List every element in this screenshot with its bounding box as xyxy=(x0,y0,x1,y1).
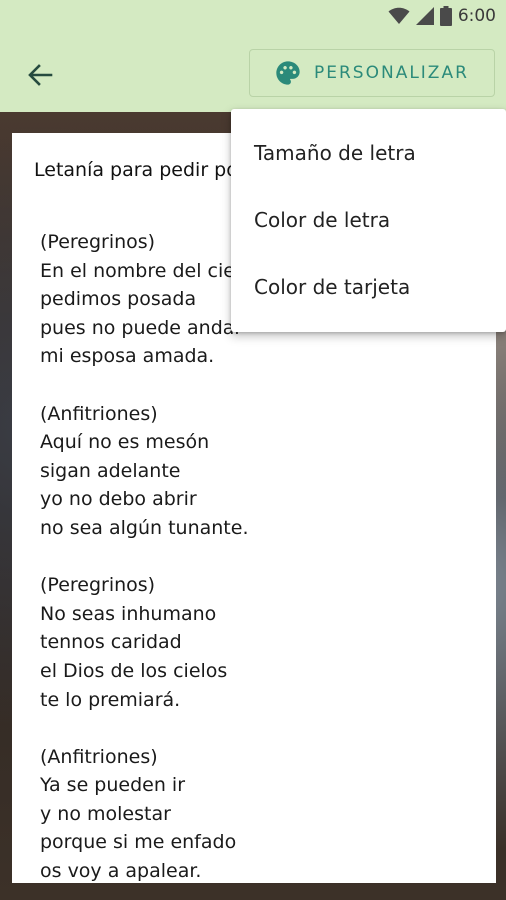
battery-icon xyxy=(439,6,452,26)
lyric-line: (Anfitriones) xyxy=(40,402,158,425)
palette-icon xyxy=(276,61,300,85)
lyric-line: os voy a apalear. xyxy=(40,860,202,883)
personalize-menu: Tamaño de letra Color de letra Color de … xyxy=(231,109,506,332)
menu-item-font-color[interactable]: Color de letra xyxy=(231,186,506,253)
menu-item-font-size[interactable]: Tamaño de letra xyxy=(231,119,506,186)
lyric-line: sigan adelante xyxy=(40,459,181,482)
lyric-line: el Dios de los cielos xyxy=(40,659,228,682)
lyric-line: mi esposa amada. xyxy=(40,345,215,368)
stanza: (Anfitriones) Ya se pueden ir y no moles… xyxy=(40,743,480,883)
arrow-back-icon xyxy=(28,64,53,86)
lyric-line: te lo premiará. xyxy=(40,688,181,711)
personalize-label: PERSONALIZAR xyxy=(314,63,469,83)
lyric-line: (Peregrinos) xyxy=(40,574,156,597)
stanza: (Anfitriones) Aquí no es mesón sigan ade… xyxy=(40,400,480,543)
status-time: 6:00 xyxy=(457,6,496,26)
lyric-line: Ya se pueden ir xyxy=(40,774,186,797)
personalize-button[interactable]: PERSONALIZAR xyxy=(249,49,495,97)
lyric-line: No seas inhumano xyxy=(40,602,217,625)
stanza: (Peregrinos) No seas inhumano tennos car… xyxy=(40,571,480,714)
status-bar: 6:00 xyxy=(0,0,506,34)
status-icons: 6:00 xyxy=(388,6,496,26)
lyric-line: porque si me enfado xyxy=(40,831,237,854)
wifi-icon xyxy=(388,7,410,24)
signal-icon xyxy=(415,7,434,25)
lyric-line: Aquí no es mesón xyxy=(40,431,210,454)
back-button[interactable] xyxy=(20,55,60,95)
lyric-line: (Anfitriones) xyxy=(40,745,158,768)
lyric-line: y no molestar xyxy=(40,802,171,825)
lyric-line: yo no debo abrir xyxy=(40,488,197,511)
menu-item-card-color[interactable]: Color de tarjeta xyxy=(231,253,506,320)
lyric-line: tennos caridad xyxy=(40,631,182,654)
app-bar: 6:00 PERSONALIZAR xyxy=(0,0,506,112)
lyric-line: no sea algún tunante. xyxy=(40,516,249,539)
